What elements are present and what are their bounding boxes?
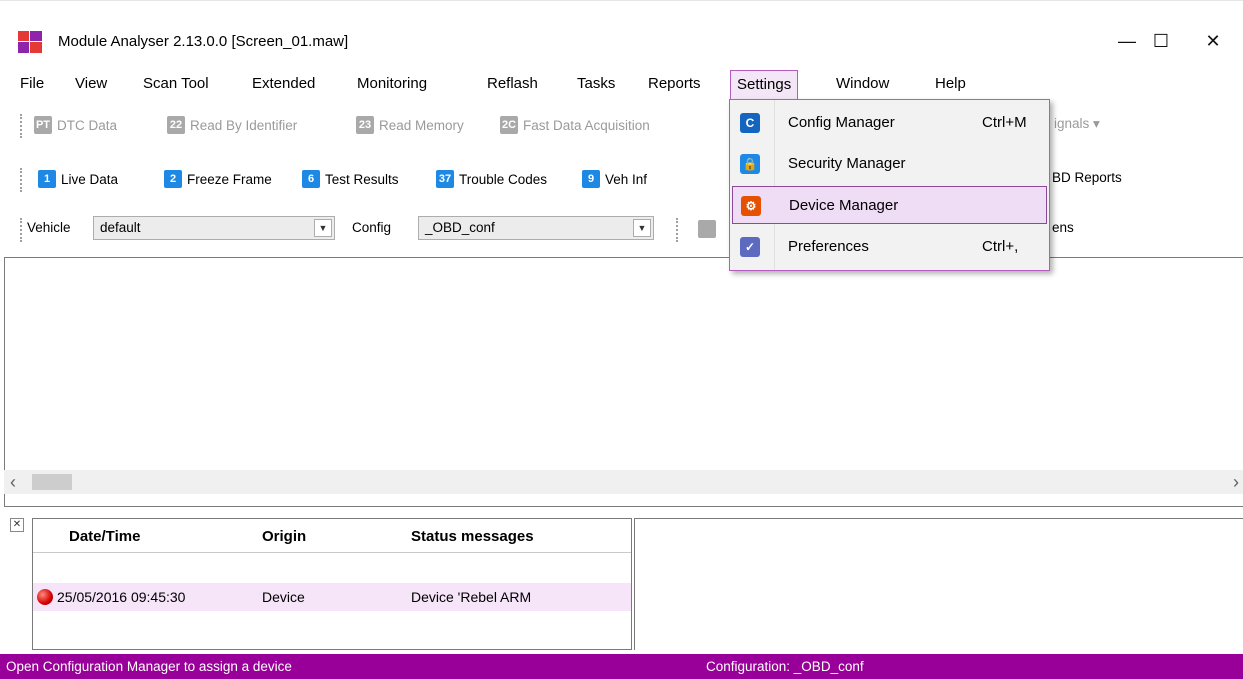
status-bar: Open Configuration Manager to assign a d…	[0, 654, 1243, 679]
table-row[interactable]: 25/05/2016 09:45:30 Device Device 'Rebel…	[33, 583, 631, 611]
scroll-right-icon[interactable]: ›	[1233, 472, 1239, 493]
trouble-codes-label: Trouble Codes	[459, 171, 548, 187]
status-hint: Open Configuration Manager to assign a d…	[6, 659, 292, 674]
menu-item-preferences[interactable]: ✓ Preferences Ctrl+,	[732, 228, 1047, 266]
security-manager-icon: 🔒	[740, 154, 760, 174]
trouble-codes-icon: 37	[436, 170, 454, 188]
test-results-button[interactable]: 6 Test Results	[302, 170, 399, 188]
config-manager-shortcut: Ctrl+M	[982, 114, 1027, 131]
chevron-down-icon[interactable]: ▼	[633, 219, 651, 237]
live-data-button[interactable]: 1 Live Data	[38, 170, 118, 188]
veh-info-button[interactable]: 9 Veh Inf	[582, 170, 647, 188]
title-bar: Module Analyser 2.13.0.0 [Screen_01.maw]…	[0, 0, 1243, 58]
security-manager-label: Security Manager	[788, 155, 906, 172]
scroll-left-icon[interactable]: ‹	[10, 472, 16, 493]
menu-scan-tool[interactable]: Scan Tool	[143, 75, 209, 92]
dtc-data-button[interactable]: PT DTC Data	[34, 116, 117, 134]
menu-window[interactable]: Window	[836, 75, 889, 92]
read-memory-button[interactable]: 23 Read Memory	[356, 116, 464, 134]
fast-data-label: Fast Data Acquisition	[523, 117, 650, 133]
screens-button[interactable]: ens	[1052, 220, 1074, 235]
vehicle-select[interactable]: default ▼	[93, 216, 335, 240]
config-label: Config	[352, 220, 392, 235]
menu-view[interactable]: View	[75, 75, 107, 92]
test-results-icon: 6	[302, 170, 320, 188]
menu-item-config-manager[interactable]: C Config Manager Ctrl+M	[732, 104, 1047, 142]
config-manager-label: Config Manager	[788, 114, 895, 131]
column-status-messages[interactable]: Status messages	[411, 528, 534, 545]
menu-item-device-manager[interactable]: ⚙ Device Manager	[732, 186, 1047, 224]
freeze-frame-label: Freeze Frame	[187, 171, 272, 187]
row-origin: Device	[262, 589, 305, 605]
live-data-label: Live Data	[61, 171, 119, 187]
scroll-thumb[interactable]	[32, 474, 72, 490]
chevron-down-icon[interactable]: ▼	[314, 219, 332, 237]
toolbar-grip[interactable]	[20, 218, 23, 242]
column-datetime[interactable]: Date/Time	[69, 528, 140, 545]
live-data-icon: 1	[38, 170, 56, 188]
menu-monitoring[interactable]: Monitoring	[357, 75, 427, 92]
preferences-icon: ✓	[740, 237, 760, 257]
menu-reports[interactable]: Reports	[648, 75, 701, 92]
lock-icon[interactable]	[698, 220, 716, 238]
veh-info-icon: 9	[582, 170, 600, 188]
window-title: Module Analyser 2.13.0.0 [Screen_01.maw]	[58, 33, 349, 50]
menu-tasks[interactable]: Tasks	[577, 75, 615, 92]
column-origin[interactable]: Origin	[262, 528, 306, 545]
fast-data-acquisition-button[interactable]: 2C Fast Data Acquisition	[500, 116, 650, 134]
read-by-identifier-button[interactable]: 22 Read By Identifier	[167, 116, 297, 134]
read-memory-label: Read Memory	[379, 117, 464, 133]
config-value: _OBD_conf	[425, 220, 495, 235]
toolbar-vehicle-config: Vehicle default ▼ Config _OBD_conf ▼ ens	[0, 212, 1243, 248]
menu-bar: File View Scan Tool Extended Monitoring …	[0, 70, 1243, 100]
status-configuration: Configuration: _OBD_conf	[706, 659, 864, 674]
row-datetime: 25/05/2016 09:45:30	[57, 589, 186, 605]
read-by-identifier-label: Read By Identifier	[190, 117, 298, 133]
vehicle-label: Vehicle	[27, 220, 71, 235]
menu-file[interactable]: File	[20, 75, 44, 92]
maximize-button[interactable]: ☐	[1138, 25, 1184, 57]
vehicle-value: default	[100, 220, 141, 235]
toolbar-obd: 1 Live Data 2 Freeze Frame 6 Test Result…	[0, 162, 1243, 198]
fast-data-icon: 2C	[500, 116, 518, 134]
device-manager-label: Device Manager	[789, 197, 899, 214]
menu-reflash[interactable]: Reflash	[487, 75, 538, 92]
toolbar-services: PT DTC Data 22 Read By Identifier 23 Rea…	[0, 108, 1243, 144]
toolbar-grip[interactable]	[676, 218, 679, 242]
signals-dropdown[interactable]: ignals ▾	[1054, 116, 1100, 132]
freeze-frame-icon: 2	[164, 170, 182, 188]
toolbar-grip[interactable]	[20, 168, 23, 192]
preferences-label: Preferences	[788, 238, 869, 255]
trouble-codes-button[interactable]: 37 Trouble Codes	[436, 170, 547, 188]
menu-help[interactable]: Help	[935, 75, 966, 92]
toolbar-grip[interactable]	[20, 114, 23, 138]
settings-menu: C Config Manager Ctrl+M 🔒 Security Manag…	[729, 99, 1050, 271]
error-status-icon	[37, 589, 53, 605]
read-by-id-icon: 22	[167, 116, 185, 134]
close-pane-icon[interactable]: ✕	[10, 518, 24, 532]
obd-reports-button[interactable]: BD Reports	[1052, 170, 1122, 185]
status-table-header: Date/Time Origin Status messages	[33, 519, 631, 553]
veh-info-label: Veh Inf	[605, 171, 648, 187]
config-select[interactable]: _OBD_conf ▼	[418, 216, 654, 240]
dtc-icon: PT	[34, 116, 52, 134]
menu-settings[interactable]: Settings	[730, 70, 799, 100]
menu-extended[interactable]: Extended	[252, 75, 315, 92]
status-messages-panel: Date/Time Origin Status messages 25/05/2…	[32, 518, 632, 650]
close-button[interactable]: ✕	[1190, 25, 1236, 57]
test-results-label: Test Results	[325, 171, 399, 187]
device-manager-icon: ⚙	[741, 196, 761, 216]
dtc-data-label: DTC Data	[57, 117, 118, 133]
app-logo-icon	[18, 31, 42, 53]
preferences-shortcut: Ctrl+,	[982, 238, 1019, 255]
read-memory-icon: 23	[356, 116, 374, 134]
row-message: Device 'Rebel ARM	[411, 589, 532, 605]
config-manager-icon: C	[740, 113, 760, 133]
menu-item-security-manager[interactable]: 🔒 Security Manager	[732, 145, 1047, 183]
detail-panel[interactable]	[634, 518, 1243, 650]
horizontal-scrollbar[interactable]: ‹ ›	[4, 470, 1243, 494]
freeze-frame-button[interactable]: 2 Freeze Frame	[164, 170, 272, 188]
